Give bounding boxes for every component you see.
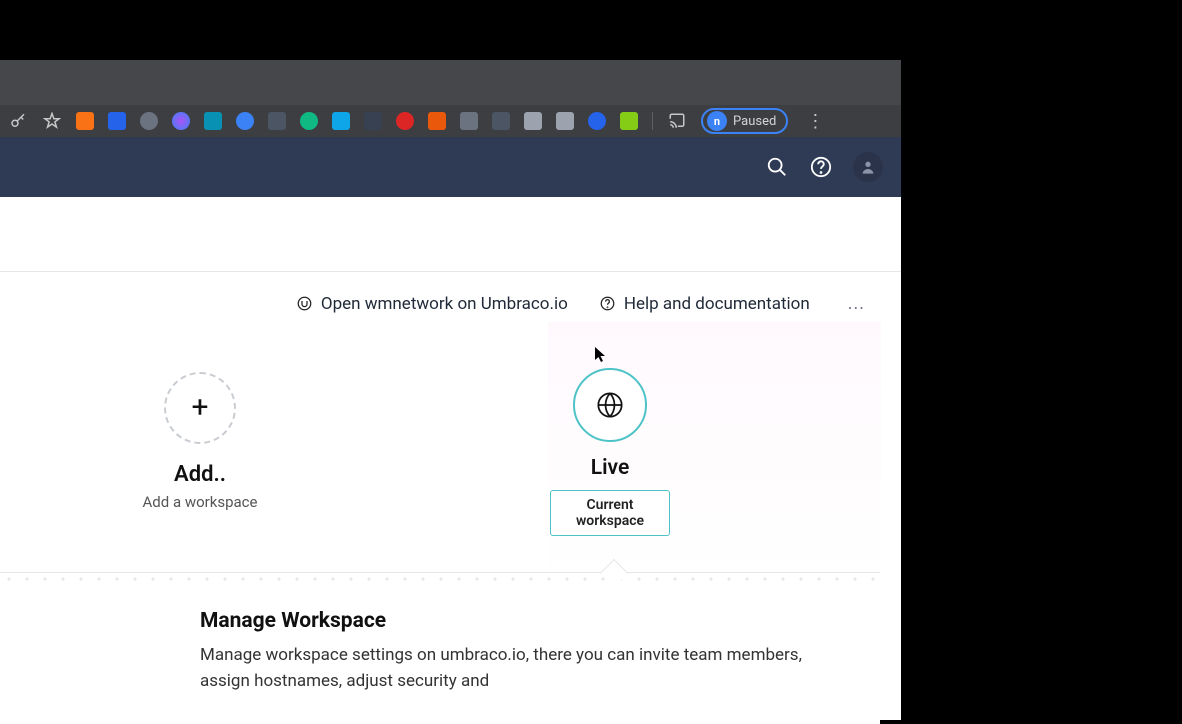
- extension-icon[interactable]: [76, 112, 94, 130]
- globe-circle-icon: [573, 368, 647, 442]
- extension-icon[interactable]: [492, 112, 510, 130]
- app-header: [0, 137, 901, 197]
- profile-paused-label: Paused: [733, 114, 776, 129]
- live-card-title: Live: [550, 456, 670, 480]
- extension-icon[interactable]: [588, 112, 606, 130]
- browser-window: n Paused ⋮ Open wmnetwork on Umbraco.io: [0, 60, 901, 720]
- browser-menu-icon[interactable]: ⋮: [802, 111, 828, 132]
- content-top-spacer: [0, 197, 901, 272]
- extension-icon[interactable]: [460, 112, 478, 130]
- add-circle-icon: +: [164, 372, 236, 444]
- extension-icon[interactable]: [236, 112, 254, 130]
- action-links-row: Open wmnetwork on Umbraco.io Help and do…: [0, 293, 901, 314]
- extension-icon[interactable]: [364, 112, 382, 130]
- decorative-dot-strip: [0, 573, 880, 585]
- plus-icon: +: [191, 393, 208, 423]
- extension-icon[interactable]: [300, 112, 318, 130]
- manage-workspace-body: Manage workspace settings on umbraco.io,…: [200, 643, 820, 694]
- add-workspace-card[interactable]: + Add.. Add a workspace: [140, 372, 260, 511]
- live-workspace-card[interactable]: Live Current workspace: [550, 368, 670, 536]
- extension-icon[interactable]: [268, 112, 286, 130]
- extension-icon[interactable]: [108, 112, 126, 130]
- star-icon[interactable]: [42, 111, 62, 131]
- manage-workspace-title: Manage Workspace: [200, 609, 844, 633]
- avatar[interactable]: [853, 152, 883, 182]
- extension-icon[interactable]: [556, 112, 574, 130]
- extension-icon[interactable]: [524, 112, 542, 130]
- cast-icon[interactable]: [667, 111, 687, 131]
- help-circle-icon: [600, 296, 616, 312]
- extension-icon[interactable]: [620, 112, 638, 130]
- manage-workspace-panel: Manage Workspace Manage workspace settin…: [0, 572, 880, 724]
- open-project-link[interactable]: Open wmnetwork on Umbraco.io: [297, 294, 568, 314]
- search-icon[interactable]: [765, 155, 789, 179]
- open-project-label: Open wmnetwork on Umbraco.io: [321, 294, 568, 314]
- extension-icon[interactable]: [204, 112, 222, 130]
- help-docs-label: Help and documentation: [624, 294, 810, 314]
- tab-strip: [0, 60, 901, 105]
- browser-toolbar: n Paused ⋮: [0, 105, 901, 137]
- extension-icon[interactable]: [396, 112, 414, 130]
- extension-icon[interactable]: [172, 112, 190, 130]
- current-workspace-badge: Current workspace: [550, 490, 670, 536]
- toolbar-separator: [652, 112, 653, 130]
- content-area: Open wmnetwork on Umbraco.io Help and do…: [0, 197, 901, 720]
- help-docs-link[interactable]: Help and documentation: [600, 294, 810, 314]
- add-card-title: Add..: [140, 462, 260, 487]
- profile-badge-icon: n: [707, 111, 727, 131]
- umbraco-icon: [297, 296, 313, 312]
- extension-icon[interactable]: [332, 112, 350, 130]
- more-actions-button[interactable]: ...: [842, 293, 871, 314]
- mouse-cursor-icon: [595, 347, 607, 367]
- key-icon[interactable]: [8, 111, 28, 131]
- extension-icon[interactable]: [428, 112, 446, 130]
- add-card-subtitle: Add a workspace: [140, 493, 260, 511]
- extension-icon[interactable]: [140, 112, 158, 130]
- profile-paused-chip[interactable]: n Paused: [701, 108, 788, 134]
- help-icon[interactable]: [809, 155, 833, 179]
